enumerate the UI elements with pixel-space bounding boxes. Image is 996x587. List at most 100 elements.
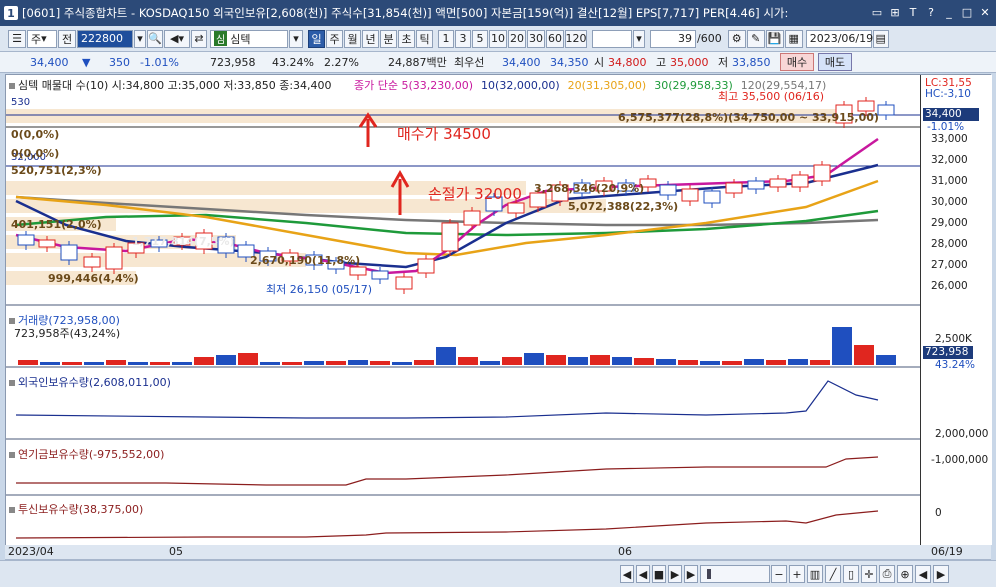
save-icon[interactable]: 💾 [765, 29, 784, 48]
zoom-slider[interactable] [700, 565, 770, 583]
buy-button[interactable]: 매수 [780, 53, 814, 71]
crosshair-icon[interactable]: ✛ [861, 565, 877, 583]
date-tick: 2023/04 [8, 545, 54, 558]
stop-icon[interactable]: ■ [652, 565, 666, 583]
table-icon[interactable]: ▦ [784, 29, 803, 48]
maximize-icon[interactable]: □ [960, 5, 974, 19]
rate: 2.27% [324, 55, 359, 69]
window-title: [0601] 주식종합차트 - KOSDAQ150 외국인보유[2,608(천)… [22, 6, 789, 20]
restore-icon[interactable]: ▭ [870, 5, 884, 19]
scroll-left-icon[interactable]: ◀ [915, 565, 931, 583]
volume-bar [700, 361, 720, 365]
compare-icon[interactable]: ⇄ [191, 29, 207, 48]
candle-body [791, 174, 809, 188]
period-button[interactable]: 분 [380, 29, 397, 48]
volume-bar [612, 357, 632, 365]
interval-button[interactable]: 20 [508, 29, 526, 48]
bar-chart-icon[interactable]: ▯ [843, 565, 859, 583]
period-button[interactable]: 주 [326, 29, 343, 48]
stock-dropdown-icon[interactable]: ▾ [289, 29, 303, 48]
scroll-right-icon[interactable]: ▶ [933, 565, 949, 583]
help-icon[interactable]: ? [924, 5, 938, 19]
interval-button[interactable]: 30 [527, 29, 545, 48]
best-ask: 34,400 [502, 55, 541, 69]
grid-icon[interactable]: ⊞ [888, 5, 902, 19]
interval-button[interactable]: 3 [455, 29, 471, 48]
scroll-forward-icon[interactable]: ▶ [668, 565, 682, 583]
volume-sub: 723,958주(43,24%) [14, 327, 121, 340]
interval-button[interactable]: 60 [546, 29, 564, 48]
volume-bar [568, 357, 588, 365]
list-icon[interactable]: ☰ [8, 29, 26, 48]
period-button[interactable]: 틱 [416, 29, 433, 48]
date-input[interactable]: 2023/06/19 [805, 29, 873, 48]
scroll-last-icon[interactable]: ▶ [684, 565, 698, 583]
volume-axis-tick: 2,500K [935, 333, 972, 345]
period-button[interactable]: 일 [308, 29, 325, 48]
volume-bar [238, 353, 258, 365]
volume-bar [106, 360, 126, 365]
quote-bar: 34,400 ▼ 350 -1.01% 723,958 43.24% 2.27%… [0, 52, 996, 73]
volume-bar [876, 355, 896, 365]
volume-bar [788, 359, 808, 365]
interval-dropdown-icon[interactable]: ▾ [633, 29, 645, 48]
tool-icon[interactable]: ⚙ [727, 29, 746, 48]
candle-body [703, 190, 721, 204]
trust-legend: 투신보유수량(38,375,00) [9, 501, 143, 517]
draw-icon[interactable]: ✎ [746, 29, 765, 48]
zoom-in-icon[interactable]: + [789, 565, 805, 583]
volume-bar [810, 360, 830, 365]
count-input[interactable]: 39 [650, 29, 696, 48]
volume-bar [62, 362, 82, 365]
volume-bar [304, 361, 324, 365]
price-axis-tick: 32,000 [931, 154, 968, 166]
interval-button[interactable]: 10 [489, 29, 507, 48]
interval-button[interactable]: 120 [565, 29, 587, 48]
chart-area[interactable]: 심텍 매물대 수(10) 시:34,800 고:35,000 저:33,850 … [5, 74, 992, 546]
print-icon[interactable]: ⎙ [879, 565, 895, 583]
calendar-icon[interactable]: ▤ [872, 29, 889, 48]
magnifier-icon[interactable]: ⊕ [897, 565, 913, 583]
volume-bar [766, 360, 786, 365]
close-icon[interactable]: ✕ [978, 5, 992, 19]
interval-input[interactable] [592, 29, 632, 48]
sell-button[interactable]: 매도 [818, 53, 852, 71]
price-axis-tick: 29,000 [931, 217, 968, 229]
type-select[interactable]: 주 ▾ [27, 29, 57, 48]
volume-profile-label: 1,717,814(7,5%) [132, 235, 235, 248]
period-button[interactable]: 월 [344, 29, 361, 48]
speaker-icon[interactable]: ◀▾ [164, 29, 190, 48]
prev-button[interactable]: 전 [58, 29, 76, 48]
volume-bar [656, 359, 676, 365]
period-button[interactable]: 초 [398, 29, 415, 48]
stock-name-field[interactable]: 심 심텍 [210, 29, 288, 48]
volume-profile-label: 401,151(2,0%) [11, 218, 102, 231]
scroll-back-icon[interactable]: ◀ [636, 565, 650, 583]
trust-holdings-line [15, 510, 879, 539]
date-tick: 05 [169, 545, 183, 558]
date-tick: 06 [618, 545, 632, 558]
minimize-icon[interactable]: _ [942, 5, 956, 19]
chart-type-icon[interactable]: ▥ [807, 565, 823, 583]
period-button[interactable]: 년 [362, 29, 379, 48]
price-axis-tick: 31,000 [931, 175, 968, 187]
search-icon[interactable]: 🔍 [147, 29, 163, 48]
line-chart-icon[interactable]: ╱ [825, 565, 841, 583]
text-tool-icon[interactable]: T [906, 5, 920, 19]
interval-button[interactable]: 1 [438, 29, 454, 48]
candle-body [681, 188, 699, 202]
change-pct: -1.01% [140, 55, 179, 69]
candle-body [529, 192, 547, 208]
code-input[interactable]: 222800 [77, 29, 133, 48]
scroll-first-icon[interactable]: ◀ [620, 565, 634, 583]
chart-canvas[interactable] [6, 75, 920, 545]
volume-bar [348, 360, 368, 365]
current-price-pct: -1.01% [927, 121, 965, 133]
best-label: 최우선 [454, 56, 485, 69]
volume-bar [260, 362, 280, 365]
interval-button[interactable]: 5 [472, 29, 488, 48]
volume-bar [84, 362, 104, 365]
zoom-out-icon[interactable]: − [771, 565, 787, 583]
dropdown-icon[interactable]: ▾ [134, 29, 146, 48]
volume-profile-label: 520,751(2,3%) [11, 164, 102, 177]
